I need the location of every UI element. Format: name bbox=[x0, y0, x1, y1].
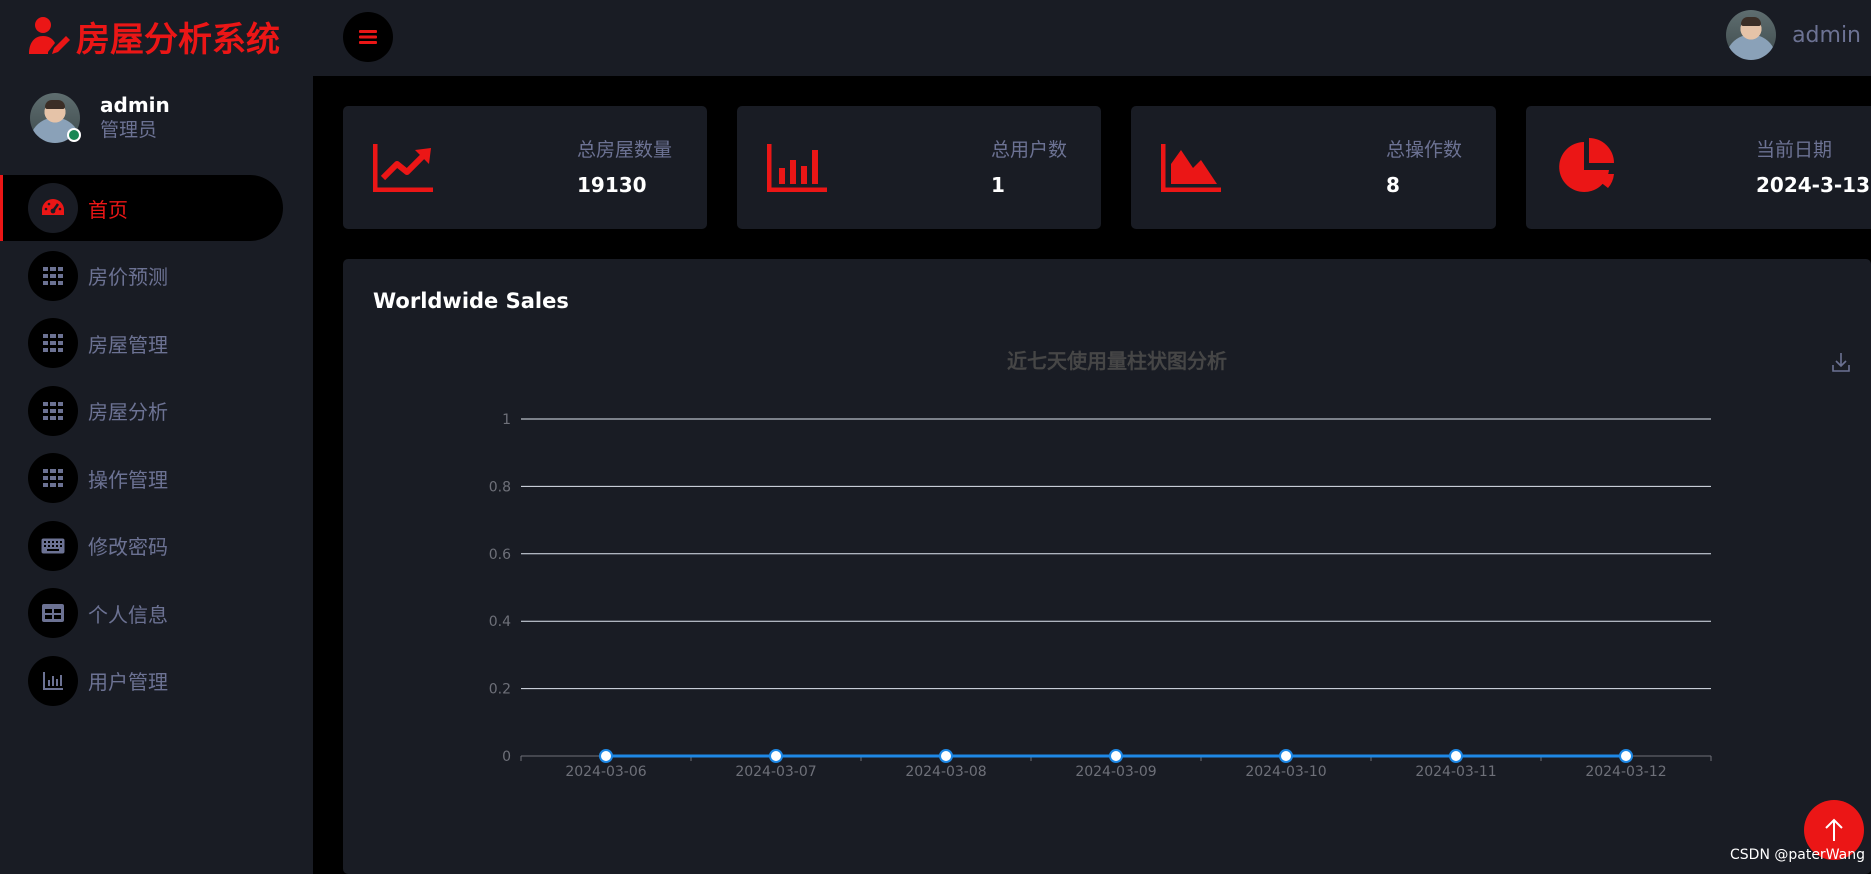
data-point bbox=[599, 749, 613, 763]
bar-chart-icon bbox=[767, 144, 827, 192]
online-status-dot bbox=[67, 128, 81, 142]
sidebar-item-change-password[interactable]: 修改密码 bbox=[0, 513, 283, 579]
y-tick-label: 0 bbox=[502, 749, 511, 765]
line-chart-icon bbox=[373, 144, 433, 192]
stat-card-total-houses: 总房屋数量 19130 bbox=[343, 106, 707, 229]
table-icon bbox=[28, 588, 78, 638]
avatar bbox=[1726, 10, 1777, 60]
sidebar-toggle-button[interactable] bbox=[343, 12, 393, 62]
sidebar-item-label: 房屋管理 bbox=[88, 332, 168, 357]
stat-card-total-operations: 总操作数 8 bbox=[1131, 106, 1496, 229]
usage-line-chart: 近七天使用量柱状图分析 0 0.2 0.4 0.6 0.8 1 2024-03-06 2024… bbox=[489, 349, 1850, 780]
x-tick-label: 2024-03-08 bbox=[905, 764, 986, 780]
area-chart-icon bbox=[1161, 144, 1221, 192]
sidebar-item-label: 修改密码 bbox=[88, 535, 168, 559]
keyboard-icon bbox=[28, 520, 78, 571]
x-tick-label: 2024-03-09 bbox=[1075, 764, 1156, 780]
sidebar-item-label: 房价预测 bbox=[88, 265, 168, 289]
profile-name: admin bbox=[100, 93, 170, 117]
sidebar-item-label: 房屋分析 bbox=[88, 400, 168, 424]
x-tick-label: 2024-03-11 bbox=[1415, 764, 1496, 780]
sidebar-item-home[interactable]: 首页 bbox=[0, 175, 283, 241]
topbar: admin bbox=[313, 0, 1871, 76]
sidebar-item-price-prediction[interactable]: 房价预测 bbox=[0, 243, 283, 309]
download-icon[interactable] bbox=[1832, 353, 1850, 372]
data-point bbox=[1279, 749, 1293, 763]
sidebar-nav: 首页 房价预测 房屋管理 房屋分析 操作管理 修改密码 个人信息 用户管理 bbox=[0, 175, 283, 715]
x-tick-label: 2024-03-07 bbox=[735, 764, 816, 780]
stat-value: 2024-3-13 bbox=[1756, 173, 1871, 197]
sidebar-item-personal-info[interactable]: 个人信息 bbox=[0, 580, 283, 646]
y-tick-label: 0.4 bbox=[489, 614, 511, 630]
sidebar-item-label: 个人信息 bbox=[88, 602, 168, 627]
chart-title: 近七天使用量柱状图分析 bbox=[1007, 349, 1227, 373]
data-point bbox=[939, 749, 953, 763]
sidebar-item-label: 操作管理 bbox=[88, 467, 168, 492]
sidebar-item-user-management[interactable]: 用户管理 bbox=[0, 648, 283, 714]
sidebar-profile: admin 管理员 bbox=[30, 93, 170, 143]
sidebar-item-house-management[interactable]: 房屋管理 bbox=[0, 310, 283, 376]
bar-chart-icon bbox=[28, 655, 78, 706]
stat-label: 当前日期 bbox=[1756, 139, 1833, 161]
sales-chart-panel: Worldwide Sales 近七天使用量柱状图分析 0 0.2 0.4 0.6 0.… bbox=[343, 259, 1871, 874]
stat-value: 1 bbox=[991, 173, 1005, 197]
arrow-up-icon bbox=[1825, 818, 1843, 841]
pie-chart-icon bbox=[1559, 138, 1614, 192]
stat-card-total-users: 总用户数 1 bbox=[737, 106, 1101, 229]
data-point bbox=[1449, 749, 1463, 763]
avatar[interactable] bbox=[30, 93, 81, 143]
stat-label: 总用户数 bbox=[991, 139, 1068, 161]
data-point bbox=[769, 749, 783, 763]
sidebar-item-operation-management[interactable]: 操作管理 bbox=[0, 445, 283, 511]
grid-icon bbox=[28, 453, 78, 503]
brand-title: 房屋分析系统 bbox=[76, 19, 280, 60]
x-tick-label: 2024-03-12 bbox=[1585, 764, 1666, 780]
x-tick-label: 2024-03-10 bbox=[1245, 764, 1326, 780]
dashboard-icon bbox=[28, 183, 78, 233]
sidebar-item-label: 用户管理 bbox=[88, 670, 168, 694]
profile-role: 管理员 bbox=[100, 119, 158, 141]
sidebar: 房屋分析系统 admin 管理员 首页 房价预测 房屋管理 房屋分析 操作管理 … bbox=[0, 0, 313, 874]
y-tick-label: 0.8 bbox=[489, 479, 511, 495]
x-tick-label: 2024-03-06 bbox=[565, 764, 646, 780]
stat-label: 总房屋数量 bbox=[577, 139, 673, 161]
grid-icon bbox=[28, 250, 78, 301]
topbar-user-menu[interactable]: admin bbox=[1726, 10, 1861, 60]
menu-icon bbox=[359, 30, 377, 44]
y-tick-label: 0.2 bbox=[489, 682, 511, 698]
user-edit-icon bbox=[29, 17, 70, 54]
y-tick-label: 0.6 bbox=[489, 547, 511, 563]
grid-icon bbox=[28, 318, 78, 368]
stat-value: 8 bbox=[1386, 173, 1400, 197]
stat-value: 19130 bbox=[577, 173, 647, 197]
stat-card-current-date: 当前日期 2024-3-13 bbox=[1526, 106, 1871, 229]
app-root: 房屋分析系统 admin 管理员 首页 房价预测 房屋管理 房屋分析 操作管理 … bbox=[0, 0, 1871, 874]
watermark: CSDN @paterWang bbox=[1730, 847, 1865, 863]
data-point bbox=[1619, 749, 1633, 763]
y-tick-label: 1 bbox=[502, 412, 511, 428]
sidebar-item-house-analysis[interactable]: 房屋分析 bbox=[0, 378, 283, 444]
sidebar-item-label: 首页 bbox=[88, 197, 128, 222]
stat-label: 总操作数 bbox=[1386, 139, 1463, 161]
data-point bbox=[1109, 749, 1123, 763]
topbar-user-name: admin bbox=[1792, 22, 1861, 48]
grid-icon bbox=[28, 385, 78, 436]
brand-logo[interactable]: 房屋分析系统 bbox=[28, 14, 280, 60]
